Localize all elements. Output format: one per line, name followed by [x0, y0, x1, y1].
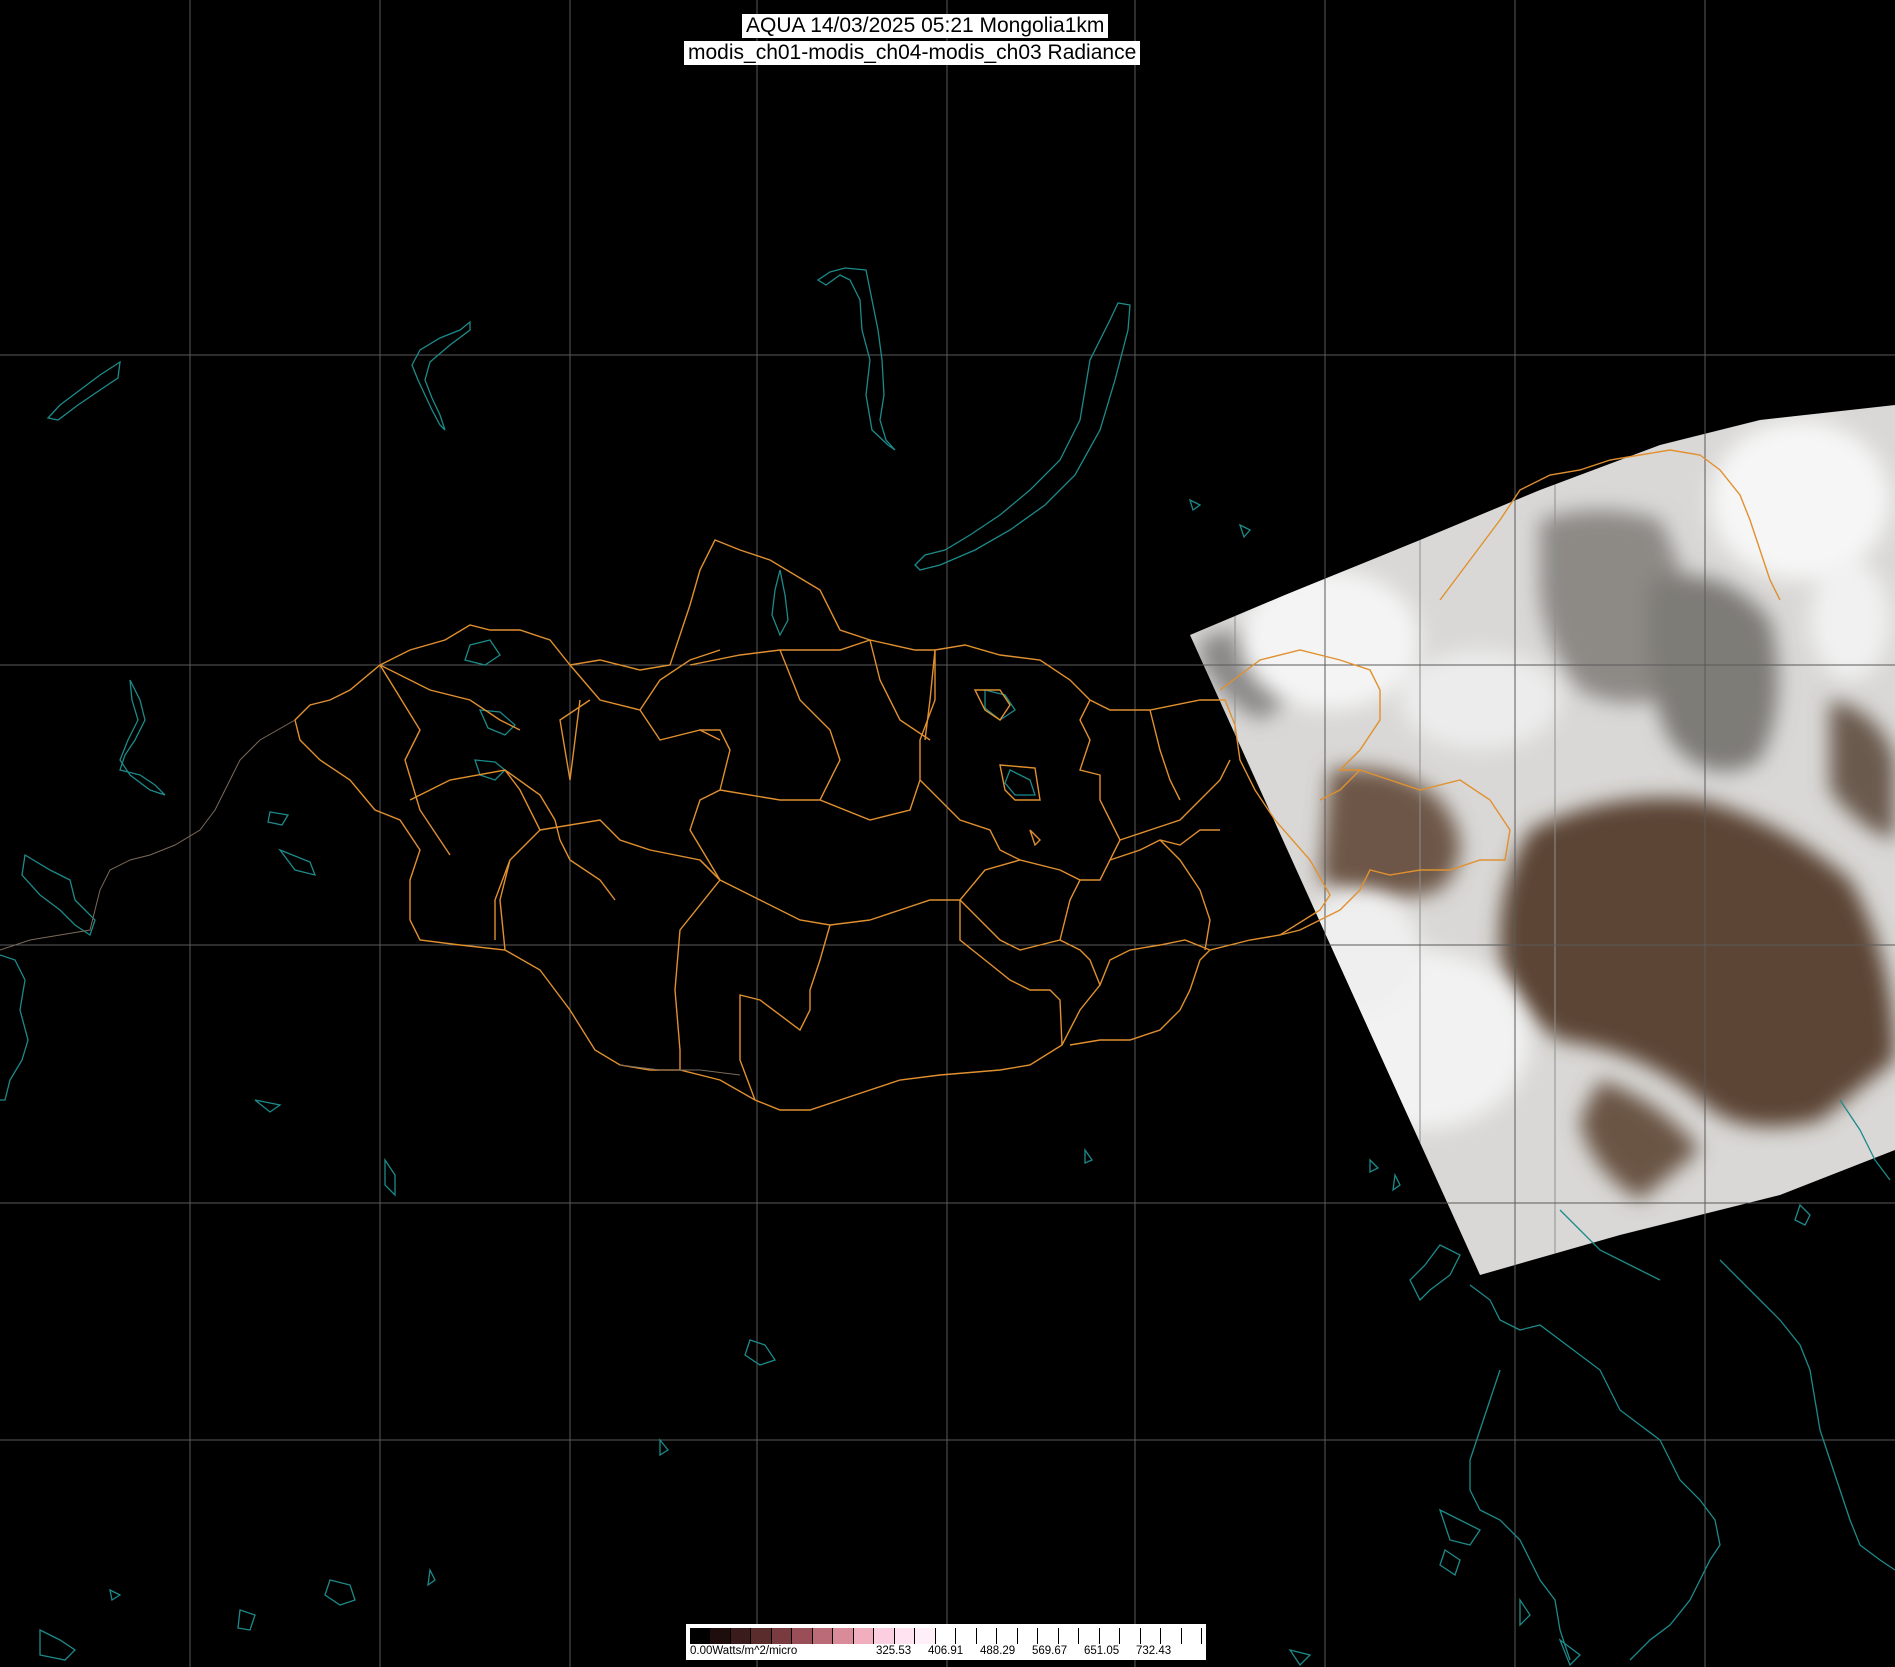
legend-color-swatch — [1038, 1628, 1059, 1644]
legend-color-bar — [690, 1628, 1203, 1644]
legend-color-swatch — [1181, 1628, 1203, 1644]
legend-tick-label: 732.43 — [1136, 1645, 1172, 1657]
legend-tick-label: 406.91 — [928, 1645, 964, 1657]
legend-color-swatch — [935, 1628, 957, 1644]
legend-color-swatch — [976, 1628, 998, 1644]
legend-color-swatch — [1161, 1628, 1182, 1644]
legend-tick-label: 569.67 — [1032, 1645, 1068, 1657]
legend-color-swatch — [751, 1628, 772, 1644]
legend-color-swatch — [812, 1628, 834, 1644]
legend-color-swatch — [1099, 1628, 1121, 1644]
legend-color-swatch — [730, 1628, 752, 1644]
legend-tick-label: 488.29 — [980, 1645, 1016, 1657]
legend-color-swatch — [710, 1628, 731, 1644]
legend-color-swatch — [771, 1628, 793, 1644]
legend-color-swatch — [1120, 1628, 1141, 1644]
legend-color-swatch — [1058, 1628, 1080, 1644]
legend-color-swatch — [833, 1628, 854, 1644]
legend-tick-label: 325.53 — [876, 1645, 912, 1657]
legend-min-label: 0.00Watts/m^2/micro — [690, 1645, 798, 1657]
map-canvas — [0, 0, 1895, 1667]
legend-color-swatch — [690, 1628, 711, 1644]
legend-tick-label: 651.05 — [1084, 1645, 1120, 1657]
legend-color-swatch — [1017, 1628, 1039, 1644]
legend-color-swatch — [894, 1628, 916, 1644]
legend-color-swatch — [853, 1628, 875, 1644]
legend-color-swatch — [1079, 1628, 1100, 1644]
map-title: AQUA 14/03/2025 05:21 Mongolia1km — [742, 14, 1109, 38]
legend-color-swatch — [1140, 1628, 1162, 1644]
legend-color-swatch — [874, 1628, 895, 1644]
color-legend: 0.00Watts/m^2/micro 325.53 406.91 488.29… — [686, 1624, 1206, 1660]
legend-labels: 0.00Watts/m^2/micro 325.53 406.91 488.29… — [690, 1645, 1202, 1659]
map-subtitle: modis_ch01-modis_ch04-modis_ch03 Radianc… — [684, 41, 1141, 65]
legend-color-swatch — [915, 1628, 936, 1644]
legend-color-swatch — [956, 1628, 977, 1644]
legend-color-swatch — [792, 1628, 813, 1644]
legend-color-swatch — [997, 1628, 1018, 1644]
